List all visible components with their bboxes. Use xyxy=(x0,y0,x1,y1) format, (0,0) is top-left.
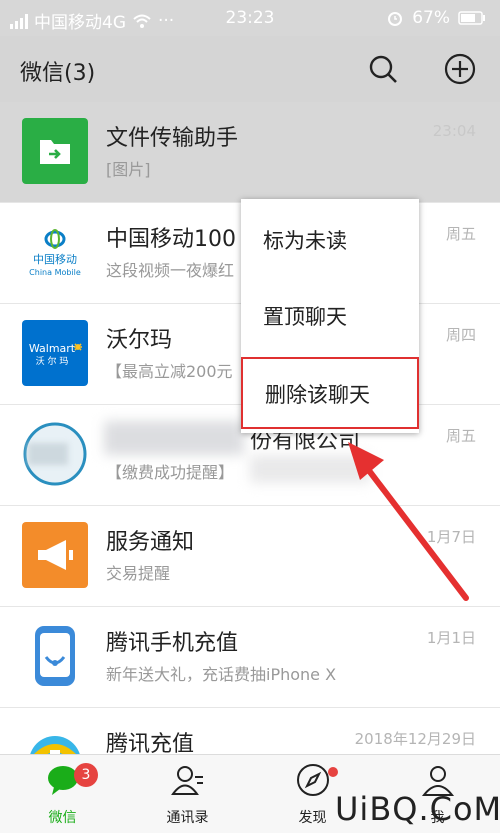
battery-percent: 67% xyxy=(412,8,450,28)
new-dot-badge xyxy=(328,767,338,777)
alarm-icon xyxy=(388,12,403,26)
unread-badge: 3 xyxy=(74,763,98,787)
megaphone-icon xyxy=(38,540,73,570)
china-mobile-logo-icon: 中国移动 China Mobile xyxy=(29,229,81,277)
tab-label: 通讯录 xyxy=(166,810,209,826)
compass-icon xyxy=(297,764,329,796)
chat-name: 文件传输助手 xyxy=(106,126,239,151)
chat-context-menu: 标为未读 置顶聊天 删除该聊天 xyxy=(241,199,419,433)
chat-row-tencent-recharge[interactable]: 腾讯充值 2018年12月29日 xyxy=(0,708,500,754)
chat-name: 中国移动100 xyxy=(106,227,236,252)
blurred-name xyxy=(104,421,244,455)
chat-time: 周四 xyxy=(445,326,476,344)
recharge-logo-icon xyxy=(30,736,80,754)
folder-icon xyxy=(40,140,70,164)
menu-item-mark-unread[interactable]: 标为未读 xyxy=(241,205,419,277)
battery-icon xyxy=(458,11,485,25)
site-watermark: UiBQ.CoM xyxy=(335,790,500,828)
logo-text-en: China Mobile xyxy=(29,268,81,277)
menu-item-pin-chat[interactable]: 置顶聊天 xyxy=(241,281,419,353)
chat-time: 1月1日 xyxy=(426,629,476,647)
walmart-logo-icon: Walmart 沃 尔 玛 xyxy=(29,342,82,367)
chat-time: 2018年12月29日 xyxy=(354,730,476,748)
avatar xyxy=(22,724,88,754)
phone-smile-icon xyxy=(35,626,75,686)
chat-row-tencent-mobile-recharge[interactable]: 腾讯手机充值 新年送大礼，充话费抽iPhone X 1月1日 xyxy=(0,607,500,708)
chat-time: 周五 xyxy=(445,225,476,243)
avatar xyxy=(22,118,88,184)
avatar xyxy=(22,623,88,689)
chat-row-file-transfer[interactable]: 文件传输助手 [图片] 23:04 xyxy=(0,102,500,203)
search-icon[interactable] xyxy=(366,52,400,86)
page-title: 微信(3) xyxy=(20,61,96,86)
tab-label: 微信 xyxy=(48,810,77,826)
tab-contacts[interactable]: 通讯录 xyxy=(125,755,250,833)
contacts-icon xyxy=(171,766,203,795)
menu-item-delete-chat[interactable]: 删除该聊天 xyxy=(241,357,419,429)
chat-preview: 【缴费成功提醒】 xyxy=(106,463,235,482)
avatar xyxy=(22,522,88,588)
chat-name: 沃尔玛 xyxy=(106,328,173,353)
annotation-arrow-icon xyxy=(348,442,469,601)
chat-time: 23:04 xyxy=(432,122,476,140)
chat-preview: 【最高立减200元 xyxy=(106,362,233,381)
tab-chats[interactable]: 3 微信 xyxy=(0,755,125,833)
logo-text-en: Walmart xyxy=(29,342,76,355)
header-bar: 微信(3) xyxy=(0,36,500,102)
avatar: Walmart 沃 尔 玛 xyxy=(22,320,88,386)
chat-preview: 交易提醒 xyxy=(106,564,171,583)
avatar: 中国移动 China Mobile xyxy=(22,219,88,285)
chat-name: 腾讯手机充值 xyxy=(106,631,239,656)
add-icon[interactable] xyxy=(443,52,477,86)
logo-text-cn: 沃 尔 玛 xyxy=(36,355,69,367)
company-logo-icon xyxy=(23,422,87,486)
chat-preview: 新年送大礼，充话费抽iPhone X xyxy=(106,665,337,684)
logo-text-cn: 中国移动 xyxy=(33,253,77,266)
chat-name: 腾讯充值 xyxy=(106,732,195,754)
status-bar: 中国移动4G ··· 23:23 67% xyxy=(0,0,500,36)
avatar xyxy=(22,421,88,487)
chat-name: 服务通知 xyxy=(106,530,195,555)
chat-preview: 这段视频一夜爆红 xyxy=(106,261,235,280)
chat-preview: [图片] xyxy=(106,160,151,179)
